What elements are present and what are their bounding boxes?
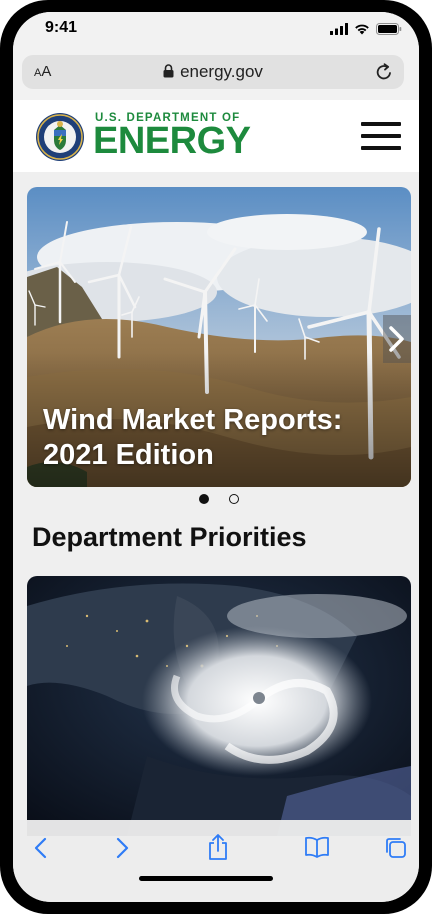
hero-title[interactable]: Wind Market Reports: 2021 Edition <box>43 403 383 473</box>
browser-bottom-toolbar <box>13 820 419 902</box>
home-indicator[interactable] <box>139 876 273 881</box>
site-header: U.S. DEPARTMENT OF ENERGY <box>13 100 419 172</box>
lock-icon <box>163 64 174 78</box>
battery-icon <box>376 23 402 35</box>
logo-line2[interactable]: ENERGY <box>93 120 251 163</box>
carousel-dot-2[interactable] <box>229 494 239 504</box>
status-icons <box>330 23 402 35</box>
reload-icon[interactable] <box>374 62 394 82</box>
priority-image-hurricane <box>27 576 411 836</box>
status-bar: 9:41 <box>13 12 419 52</box>
forward-icon[interactable] <box>114 836 130 860</box>
section-title: Department Priorities <box>32 522 307 552</box>
address-bar[interactable]: AA energy.gov <box>22 55 404 89</box>
url-field[interactable]: energy.gov <box>22 62 404 82</box>
chevron-right-icon <box>389 326 404 352</box>
back-icon[interactable] <box>33 836 49 860</box>
phone-frame: 9:41 AA energy.gov U.S. DEPARTMENT OF EN… <box>0 0 432 914</box>
carousel-dot-1[interactable] <box>199 494 209 504</box>
status-time: 9:41 <box>45 19 78 36</box>
tabs-icon[interactable] <box>384 836 408 860</box>
url-text: energy.gov <box>180 62 263 81</box>
wifi-icon <box>355 24 369 35</box>
hero-carousel[interactable]: Wind Market Reports: 2021 Edition <box>27 187 411 487</box>
signal-icon <box>330 23 348 35</box>
menu-icon[interactable] <box>361 122 401 150</box>
carousel-next-button[interactable] <box>383 315 411 363</box>
browser-toolbar: AA energy.gov <box>13 52 419 102</box>
share-icon[interactable] <box>207 833 229 861</box>
screen: 9:41 AA energy.gov U.S. DEPARTMENT OF EN… <box>13 12 419 902</box>
doe-seal-logo[interactable] <box>35 112 85 162</box>
priority-card[interactable] <box>27 576 411 836</box>
carousel-pagination <box>199 494 239 504</box>
bookmarks-icon[interactable] <box>304 836 330 858</box>
